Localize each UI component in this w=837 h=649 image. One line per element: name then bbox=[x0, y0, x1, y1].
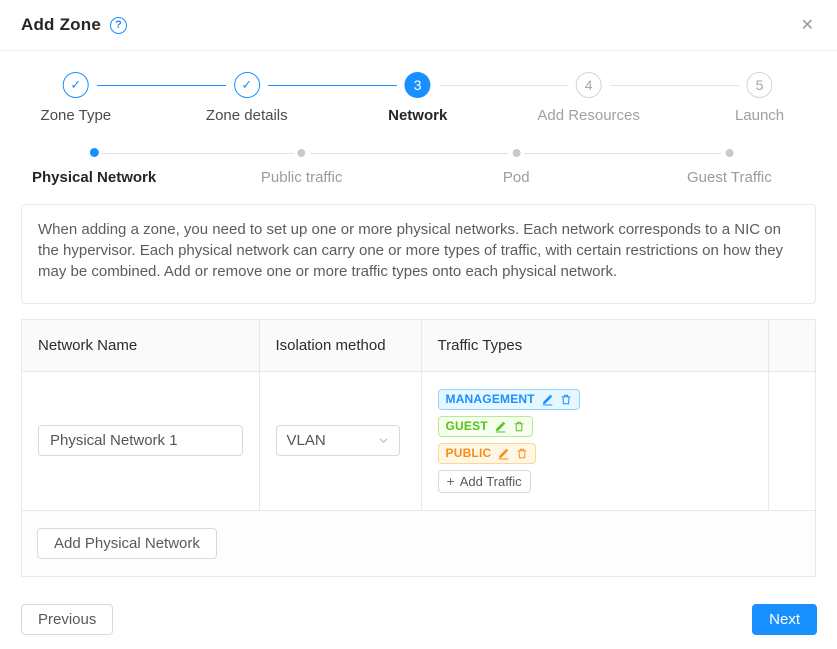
column-header-actions bbox=[768, 320, 815, 371]
substep-dot bbox=[298, 149, 306, 157]
step-label: Zone Type bbox=[41, 107, 112, 124]
substep-dot bbox=[90, 148, 99, 157]
step-label: Network bbox=[388, 107, 447, 124]
isolation-method-select[interactable]: VLAN bbox=[276, 425, 400, 456]
traffic-tag-management: MANAGEMENT bbox=[438, 389, 580, 410]
column-header-traffic-types: Traffic Types bbox=[421, 320, 768, 371]
substep-label: Pod bbox=[503, 169, 530, 186]
delete-icon[interactable] bbox=[516, 447, 528, 460]
step-add-resources: 4 Add Resources bbox=[537, 72, 640, 124]
previous-button[interactable]: Previous bbox=[21, 604, 113, 635]
network-substeps: Physical Network Public traffic Pod Gues… bbox=[21, 149, 816, 193]
isolation-method-cell: VLAN bbox=[259, 371, 421, 510]
dialog-actions: Previous Next bbox=[21, 604, 817, 635]
step-label: Launch bbox=[735, 107, 784, 124]
step-label: Zone details bbox=[206, 107, 288, 124]
step-label: Add Resources bbox=[537, 107, 640, 124]
traffic-tag-public: PUBLIC bbox=[438, 443, 537, 464]
check-icon: ✓ bbox=[241, 77, 252, 93]
delete-icon[interactable] bbox=[560, 393, 572, 406]
substep-public-traffic: Public traffic bbox=[261, 149, 342, 186]
help-icon[interactable]: ? bbox=[110, 17, 127, 34]
check-icon: ✓ bbox=[70, 77, 81, 93]
zone-info-text: When adding a zone, you need to set up o… bbox=[21, 204, 816, 304]
substep-physical-network: Physical Network bbox=[32, 149, 156, 186]
network-name-input[interactable] bbox=[38, 425, 243, 456]
column-header-network-name: Network Name bbox=[22, 320, 259, 371]
step-zone-type: ✓ Zone Type bbox=[41, 72, 112, 124]
step-number: 3 bbox=[405, 72, 431, 98]
chevron-down-icon bbox=[378, 435, 389, 446]
step-launch: 5 Launch bbox=[735, 72, 784, 124]
add-traffic-button[interactable]: + Add Traffic bbox=[438, 470, 531, 493]
isolation-method-value: VLAN bbox=[287, 432, 326, 449]
column-header-isolation-method: Isolation method bbox=[259, 320, 421, 371]
delete-icon[interactable] bbox=[513, 420, 525, 433]
step-number: 4 bbox=[576, 72, 602, 98]
substep-pod: Pod bbox=[503, 149, 530, 186]
substep-dot bbox=[512, 149, 520, 157]
substep-dot bbox=[725, 149, 733, 157]
wizard-steps: ✓ Zone Type ✓ Zone details 3 Network 4 A… bbox=[21, 72, 816, 136]
substep-label: Physical Network bbox=[32, 169, 156, 186]
substep-guest-traffic: Guest Traffic bbox=[687, 149, 772, 186]
add-physical-network-button[interactable]: Add Physical Network bbox=[37, 528, 217, 559]
step-number: 5 bbox=[747, 72, 773, 98]
dialog-header: Add Zone ? ✕ bbox=[0, 0, 837, 51]
edit-icon[interactable] bbox=[494, 420, 507, 433]
step-network: 3 Network bbox=[388, 72, 447, 124]
next-button[interactable]: Next bbox=[752, 604, 817, 635]
step-check-icon: ✓ bbox=[63, 72, 89, 98]
edit-icon[interactable] bbox=[497, 447, 510, 460]
traffic-types-cell: MANAGEMENT GUEST bbox=[421, 371, 768, 510]
table-header-row: Network Name Isolation method Traffic Ty… bbox=[22, 320, 815, 371]
plus-icon: + bbox=[447, 473, 455, 489]
step-zone-details: ✓ Zone details bbox=[206, 72, 288, 124]
dialog-title: Add Zone bbox=[21, 15, 101, 35]
row-actions-cell bbox=[768, 371, 815, 510]
table-footer: Add Physical Network bbox=[22, 511, 815, 576]
edit-icon[interactable] bbox=[541, 393, 554, 406]
traffic-tag-guest: GUEST bbox=[438, 416, 533, 437]
step-check-icon: ✓ bbox=[234, 72, 260, 98]
network-name-cell bbox=[22, 371, 259, 510]
physical-network-table: Network Name Isolation method Traffic Ty… bbox=[21, 319, 816, 577]
add-traffic-label: Add Traffic bbox=[460, 474, 522, 489]
substep-label: Public traffic bbox=[261, 169, 342, 186]
close-icon[interactable]: ✕ bbox=[799, 15, 816, 35]
substep-label: Guest Traffic bbox=[687, 169, 772, 186]
table-row: VLAN MANAGEMENT bbox=[22, 371, 815, 510]
